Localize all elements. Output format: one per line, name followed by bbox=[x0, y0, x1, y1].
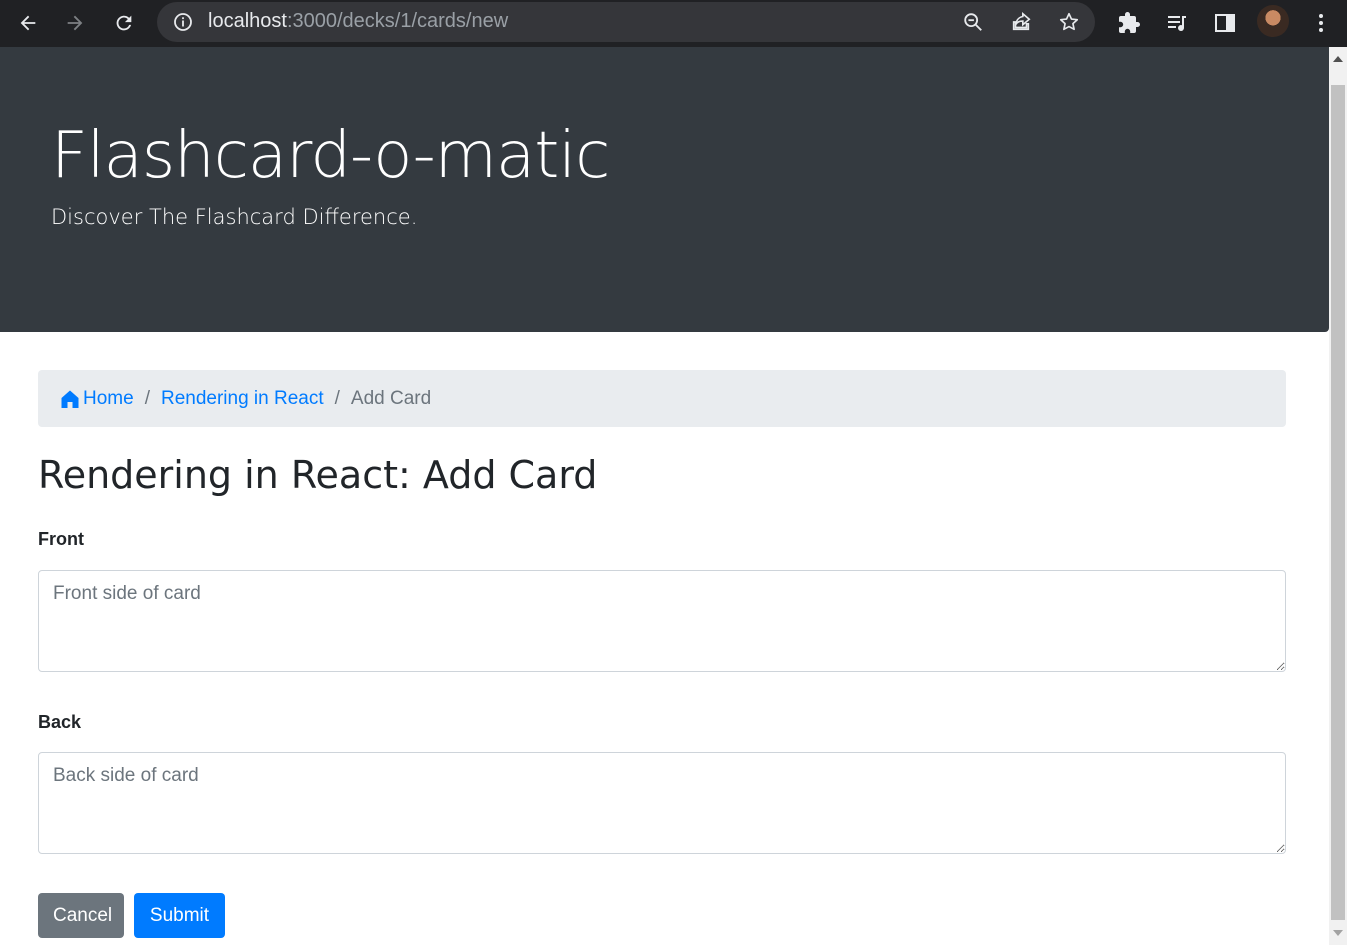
scroll-up-arrow-icon[interactable] bbox=[1329, 47, 1347, 71]
breadcrumb-home-label: Home bbox=[83, 387, 134, 409]
share-icon[interactable] bbox=[1007, 8, 1035, 36]
page-scrollbar[interactable] bbox=[1329, 47, 1347, 945]
breadcrumb-separator: / bbox=[334, 387, 340, 409]
submit-button[interactable]: Submit bbox=[134, 893, 225, 938]
url-path: :3000/decks/1/cards/new bbox=[286, 10, 509, 32]
header-jumbotron: Flashcard-o-matic Discover The Flashcard… bbox=[0, 47, 1329, 332]
front-label: Front bbox=[38, 529, 84, 549]
breadcrumb-deck-link[interactable]: Rendering in React bbox=[161, 388, 324, 410]
scroll-down-arrow-icon[interactable] bbox=[1329, 921, 1347, 945]
info-icon[interactable] bbox=[173, 12, 193, 32]
app-title: Flashcard-o-matic bbox=[51, 119, 610, 193]
reload-icon[interactable] bbox=[106, 5, 142, 41]
front-textarea[interactable] bbox=[38, 570, 1286, 672]
scroll-thumb[interactable] bbox=[1331, 85, 1345, 920]
zoom-icon[interactable] bbox=[959, 8, 987, 36]
address-bar[interactable]: localhost:3000/decks/1/cards/new bbox=[157, 2, 1095, 42]
cancel-button[interactable]: Cancel bbox=[38, 893, 124, 938]
back-arrow-icon[interactable] bbox=[10, 5, 46, 41]
breadcrumb: Home / Rendering in React / Add Card bbox=[38, 370, 1286, 427]
url-host: localhost bbox=[208, 10, 287, 32]
breadcrumb-separator: / bbox=[144, 387, 150, 409]
breadcrumb-current: Add Card bbox=[350, 387, 432, 409]
url-text: localhost:3000/decks/1/cards/new bbox=[208, 10, 508, 33]
star-icon[interactable] bbox=[1055, 8, 1083, 36]
extensions-icon[interactable] bbox=[1112, 6, 1146, 40]
home-icon bbox=[61, 390, 79, 408]
media-icon[interactable] bbox=[1160, 6, 1194, 40]
browser-toolbar: localhost:3000/decks/1/cards/new bbox=[0, 0, 1347, 47]
back-label: Back bbox=[38, 712, 82, 732]
kebab-menu-icon[interactable] bbox=[1304, 6, 1338, 40]
breadcrumb-home-link[interactable]: Home bbox=[60, 388, 134, 410]
app-tagline: Discover The Flashcard Difference. bbox=[51, 205, 418, 229]
side-panel-icon[interactable] bbox=[1208, 6, 1242, 40]
back-textarea[interactable] bbox=[38, 752, 1286, 854]
page-title: Rendering in React: Add Card bbox=[38, 453, 598, 497]
forward-arrow-icon[interactable] bbox=[57, 5, 93, 41]
profile-avatar[interactable] bbox=[1257, 5, 1289, 37]
